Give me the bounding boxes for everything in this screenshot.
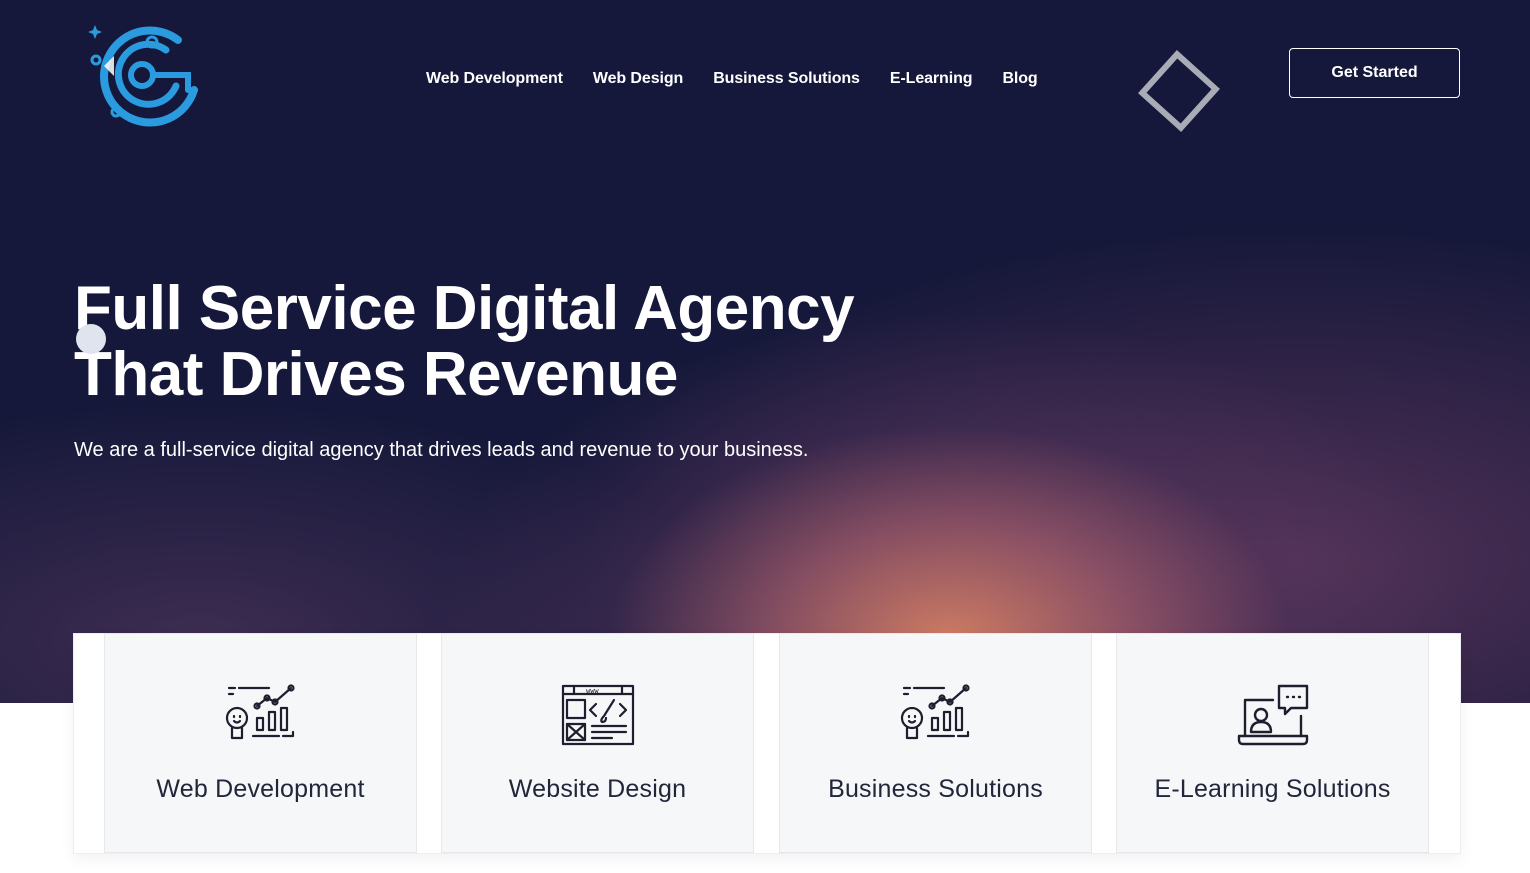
nav-web-design[interactable]: Web Design — [593, 68, 683, 90]
laptop-chat-icon — [1237, 684, 1308, 746]
nav-web-development[interactable]: Web Development — [426, 68, 563, 90]
service-label: Website Design — [508, 775, 687, 803]
nav-business-solutions[interactable]: Business Solutions — [713, 68, 860, 90]
get-started-button[interactable]: Get Started — [1289, 48, 1460, 98]
analytics-bulb-icon — [225, 684, 295, 740]
nav-e-learning[interactable]: E-Learning — [890, 68, 973, 90]
service-card-website-design[interactable]: www Website Design — [441, 633, 754, 853]
service-card-web-development[interactable]: Web Development — [104, 633, 417, 853]
svg-text:www: www — [586, 687, 599, 695]
cursor-dot — [76, 324, 106, 354]
nav-blog[interactable]: Blog — [1002, 68, 1037, 90]
service-label: Business Solutions — [828, 775, 1043, 803]
hero-title-line-2: That Drives Revenue — [74, 340, 678, 409]
hero-title: Full Service Digital Agency That Drives … — [74, 276, 974, 408]
hero-title-line-1: Full Service Digital Agency — [74, 274, 855, 343]
service-card-e-learning[interactable]: E-Learning Solutions — [1116, 633, 1429, 853]
hero-subtitle: We are a full-service digital agency tha… — [74, 439, 809, 461]
service-label: Web Development — [156, 775, 365, 803]
main-nav: Web Development Web Design Business Solu… — [426, 68, 1068, 90]
service-label: E-Learning Solutions — [1154, 775, 1391, 803]
web-design-icon: www — [561, 684, 634, 746]
analytics-bulb-icon — [900, 684, 970, 740]
agency-logo[interactable] — [86, 20, 200, 130]
service-card-business-solutions[interactable]: Business Solutions — [779, 633, 1092, 853]
